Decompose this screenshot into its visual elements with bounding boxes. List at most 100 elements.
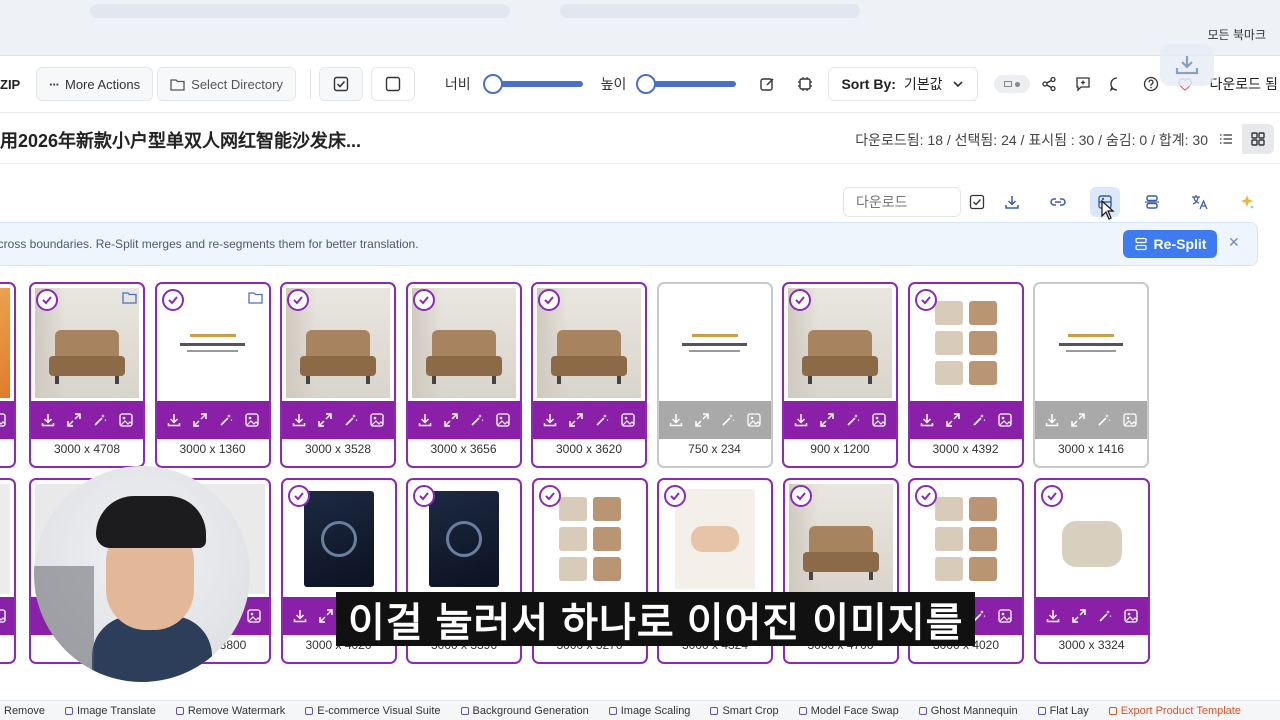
- height-slider-knob[interactable]: [636, 74, 657, 94]
- expand-icon[interactable]: [192, 413, 207, 427]
- selected-check-icon[interactable]: [412, 289, 435, 311]
- expand-icon[interactable]: [67, 413, 81, 427]
- selected-check-icon[interactable]: [538, 289, 560, 311]
- bottom-tool-10[interactable]: Export Product Template: [1099, 705, 1251, 717]
- selected-check-icon[interactable]: [538, 485, 561, 507]
- image-icon[interactable]: [1123, 413, 1137, 427]
- image-thumbnail[interactable]: [0, 288, 10, 398]
- select-check-button[interactable]: [962, 187, 992, 217]
- browser-download-indicator[interactable]: [1160, 44, 1214, 86]
- download-icon[interactable]: [41, 413, 55, 427]
- download-button[interactable]: [997, 187, 1027, 217]
- ai-magic-button[interactable]: [1232, 187, 1262, 217]
- list-view-button[interactable]: [1210, 124, 1242, 154]
- display-toggle[interactable]: [993, 75, 1030, 93]
- download-icon[interactable]: [293, 609, 307, 623]
- image-icon[interactable]: [370, 413, 384, 427]
- zip-button[interactable]: ZIP: [0, 67, 34, 101]
- selected-check-icon[interactable]: [287, 485, 310, 507]
- expand-icon[interactable]: [443, 413, 458, 427]
- feedback-button[interactable]: [1066, 67, 1100, 101]
- magic-wand-icon[interactable]: [93, 413, 107, 427]
- image-icon[interactable]: [495, 413, 510, 427]
- selected-check-icon[interactable]: [1040, 485, 1063, 507]
- edit-button[interactable]: [750, 67, 784, 101]
- bottom-tool-9[interactable]: Flat Lay: [1028, 705, 1099, 717]
- bottom-tool-2[interactable]: Remove Watermark: [166, 705, 295, 717]
- width-slider-knob[interactable]: [482, 74, 503, 94]
- selected-check-icon[interactable]: [664, 485, 686, 507]
- height-slider[interactable]: [636, 74, 737, 94]
- bottom-tool-0[interactable]: Remove: [0, 705, 55, 717]
- bottom-tool-5[interactable]: Image Scaling: [599, 705, 701, 717]
- selected-check-icon[interactable]: [789, 289, 811, 311]
- translate-button[interactable]: [1185, 187, 1215, 217]
- selected-check-icon[interactable]: [413, 485, 435, 507]
- image-icon[interactable]: [0, 609, 6, 623]
- image-card[interactable]: 3000 x 3324: [1033, 478, 1150, 664]
- image-icon[interactable]: [119, 413, 133, 427]
- download-icon[interactable]: [167, 413, 181, 427]
- expand-icon[interactable]: [318, 413, 332, 427]
- image-icon[interactable]: [997, 413, 1012, 427]
- select-all-button[interactable]: [318, 67, 363, 101]
- all-bookmarks-label[interactable]: 모든 북마크: [1207, 26, 1266, 43]
- magic-wand-icon[interactable]: [972, 413, 986, 427]
- image-card[interactable]: 3000 x 3656: [405, 282, 522, 468]
- folder-icon[interactable]: [122, 291, 137, 309]
- download-icon[interactable]: [418, 413, 432, 427]
- split-button[interactable]: [1137, 187, 1167, 217]
- magic-wand-icon[interactable]: [344, 413, 358, 427]
- deselect-all-button[interactable]: [370, 67, 415, 101]
- crop-button[interactable]: [788, 67, 822, 101]
- image-icon[interactable]: [1123, 609, 1138, 623]
- image-thumbnail[interactable]: [663, 288, 767, 398]
- download-icon[interactable]: [1046, 609, 1060, 623]
- download-icon[interactable]: [669, 413, 683, 427]
- grid-view-button[interactable]: [1242, 124, 1274, 154]
- image-card-partial[interactable]: [0, 478, 16, 664]
- expand-icon[interactable]: [569, 413, 583, 427]
- image-icon[interactable]: [621, 413, 635, 427]
- bottom-tool-6[interactable]: Smart Crop: [700, 705, 788, 717]
- expand-icon[interactable]: [1071, 609, 1086, 623]
- image-card[interactable]: 3000 x 1416: [1033, 282, 1149, 468]
- download-filename-input[interactable]: 다운로드: [843, 187, 961, 217]
- bottom-tool-4[interactable]: Background Generation: [451, 705, 599, 717]
- width-slider[interactable]: [482, 74, 583, 94]
- folder-icon[interactable]: [247, 291, 263, 309]
- download-icon[interactable]: [1045, 413, 1059, 427]
- expand-icon[interactable]: [318, 609, 333, 623]
- selected-check-icon[interactable]: [36, 289, 58, 311]
- magic-wand-icon[interactable]: [470, 413, 484, 427]
- image-card[interactable]: 3000 x 1360: [154, 282, 271, 468]
- bottom-tool-8[interactable]: Ghost Mannequin: [909, 705, 1028, 717]
- image-card[interactable]: 750 x 234: [656, 282, 773, 468]
- image-card[interactable]: 900 x 1200: [782, 282, 898, 468]
- image-icon[interactable]: [872, 413, 886, 427]
- magic-wand-icon[interactable]: [846, 413, 860, 427]
- expand-icon[interactable]: [945, 413, 960, 427]
- download-icon[interactable]: [292, 413, 306, 427]
- bottom-tool-3[interactable]: E-commerce Visual Suite: [295, 705, 450, 717]
- selected-check-icon[interactable]: [287, 289, 309, 311]
- more-actions-button[interactable]: ··· More Actions: [36, 67, 154, 101]
- image-card[interactable]: 3000 x 3528: [280, 282, 396, 468]
- image-icon[interactable]: [244, 413, 259, 427]
- copy-link-button[interactable]: [1043, 187, 1073, 217]
- bottom-tool-7[interactable]: Model Face Swap: [789, 705, 909, 717]
- selected-check-icon[interactable]: [789, 485, 812, 507]
- address-bar[interactable]: [560, 4, 860, 18]
- expand-icon[interactable]: [820, 413, 834, 427]
- download-icon[interactable]: [543, 413, 557, 427]
- selected-check-icon[interactable]: [915, 485, 937, 507]
- sort-dropdown[interactable]: Sort By: 기본값: [828, 67, 978, 101]
- magic-wand-icon[interactable]: [1098, 609, 1112, 623]
- magic-wand-icon[interactable]: [219, 413, 233, 427]
- chat-button[interactable]: [1100, 67, 1134, 101]
- image-card[interactable]: 3000 x 4392: [907, 282, 1024, 468]
- image-icon[interactable]: [746, 413, 761, 427]
- close-icon[interactable]: ✕: [1228, 234, 1240, 251]
- download-icon[interactable]: [920, 413, 934, 427]
- selected-check-icon[interactable]: [161, 289, 184, 311]
